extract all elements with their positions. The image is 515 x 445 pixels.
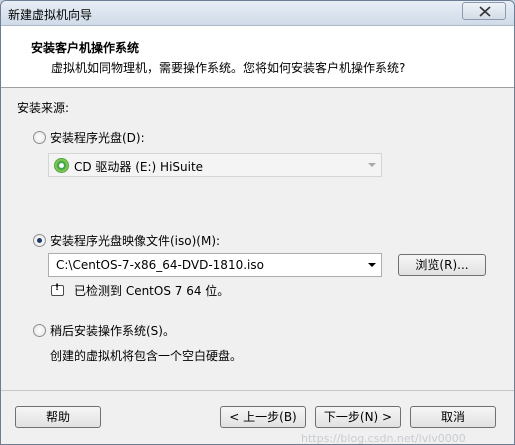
- iso-option-label[interactable]: 安装程序光盘映像文件(iso)(M):: [50, 232, 220, 249]
- iso-path-value: C:\CentOS-7-x86_64-DVD-1810.iso: [56, 258, 264, 272]
- info-icon: [51, 283, 64, 296]
- disc-option-label[interactable]: 安装程序光盘(D):: [50, 129, 145, 146]
- disc-radio[interactable]: [33, 131, 46, 144]
- iso-path-input[interactable]: C:\CentOS-7-x86_64-DVD-1810.iso: [48, 253, 382, 277]
- wizard-content: 安装来源: 安装程序光盘(D): CD 驱动器 (E:) HiSuite 安装程…: [1, 89, 514, 389]
- new-vm-wizard-window: 新建虚拟机向导 安装客户机操作系统 虚拟机如同物理机，需要操作系统。您将如何安装…: [0, 0, 515, 445]
- later-radio[interactable]: [33, 324, 46, 337]
- help-button[interactable]: 帮助: [15, 406, 101, 428]
- chevron-down-icon: [368, 163, 376, 167]
- cd-drive-icon: [54, 158, 69, 173]
- cd-drive-value: CD 驱动器 (E:) HiSuite: [74, 160, 204, 174]
- wizard-footer: 帮助 < 上一步(B) 下一步(N) > 取消 https://blog.csd…: [1, 390, 514, 445]
- chevron-down-icon: [368, 263, 376, 267]
- source-label: 安装来源:: [17, 101, 70, 115]
- iso-radio[interactable]: [33, 234, 46, 247]
- page-subtitle: 虚拟机如同物理机，需要操作系统。您将如何安装客户机操作系统?: [51, 61, 406, 75]
- back-button[interactable]: < 上一步(B): [220, 406, 306, 428]
- browse-button[interactable]: 浏览(R)...: [398, 254, 486, 276]
- later-option-description: 创建的虚拟机将包含一个空白硬盘。: [50, 349, 243, 363]
- close-button[interactable]: [462, 2, 506, 20]
- close-icon: [479, 6, 491, 17]
- cancel-button[interactable]: 取消: [410, 406, 496, 428]
- watermark: https://blog.csdn.net/lvlv0000: [301, 432, 466, 445]
- next-button[interactable]: 下一步(N) >: [315, 406, 401, 428]
- detected-os-text: 已检测到 CentOS 7 64 位。: [74, 284, 230, 298]
- wizard-header: 安装客户机操作系统 虚拟机如同物理机，需要操作系统。您将如何安装客户机操作系统?: [1, 26, 514, 88]
- title-bar: 新建虚拟机向导: [1, 1, 514, 26]
- page-title: 安装客户机操作系统: [31, 41, 140, 55]
- window-title: 新建虚拟机向导: [8, 8, 93, 22]
- later-option-label[interactable]: 稍后安装操作系统(S)。: [50, 322, 175, 339]
- cd-drive-select[interactable]: CD 驱动器 (E:) HiSuite: [48, 153, 382, 177]
